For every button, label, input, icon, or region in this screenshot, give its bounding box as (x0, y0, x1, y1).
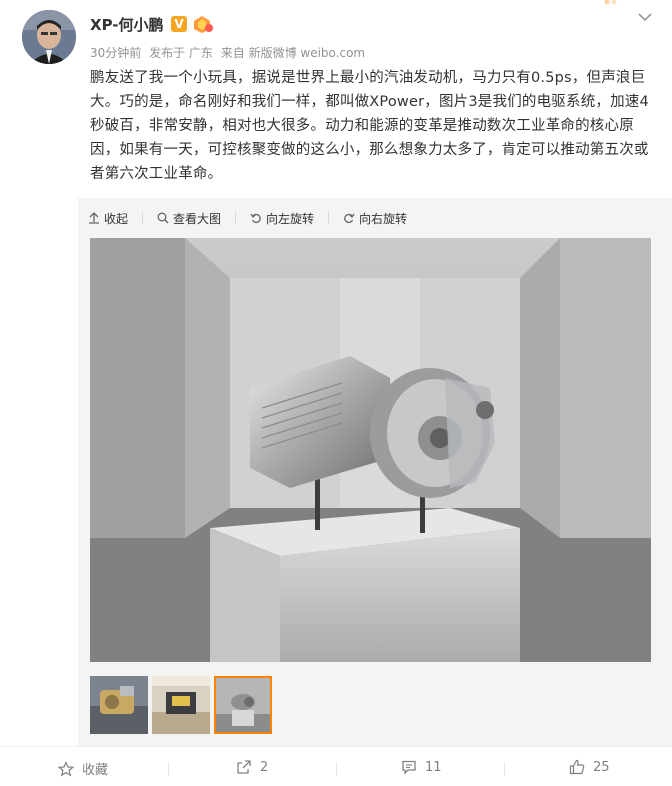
thumbnail-strip (90, 676, 276, 734)
star-icon (58, 760, 74, 776)
rotate-left-icon (250, 213, 261, 224)
rotate-left-label: 向左旋转 (266, 211, 315, 226)
rotate-right-button[interactable]: 向右旋转 (343, 210, 407, 227)
post-location: 发布于 广东 (149, 46, 213, 60)
toolbar-divider (328, 212, 330, 224)
repost-button[interactable]: 2 (236, 759, 268, 775)
thumbnail-1[interactable] (90, 676, 148, 734)
collapse-label: 收起 (104, 211, 129, 226)
rotate-right-icon (344, 213, 355, 224)
magnifier-icon (157, 212, 169, 224)
share-icon (237, 760, 251, 774)
chevron-down-icon[interactable] (638, 12, 652, 22)
toolbar-divider (235, 212, 237, 224)
thumbnail-2[interactable] (152, 676, 210, 734)
post-time[interactable]: 30分钟前 (90, 46, 141, 60)
verified-badge-icon: V (171, 16, 187, 32)
thumbnail-3[interactable] (214, 676, 272, 734)
repost-count: 2 (260, 759, 269, 775)
comment-button[interactable]: 11 (401, 759, 442, 775)
like-count: 25 (593, 759, 610, 775)
footer-divider (336, 762, 337, 776)
toolbar-divider (142, 212, 144, 224)
post-meta: 30分钟前 发布于 广东 来自 新版微博 weibo.com (90, 44, 369, 61)
medal-icon (191, 14, 213, 34)
collapse-icon (89, 212, 99, 224)
view-large-label: 查看大图 (173, 211, 222, 226)
favorite-button[interactable]: 收藏 (58, 759, 108, 778)
rotate-left-button[interactable]: 向左旋转 (250, 210, 314, 227)
collapse-button[interactable]: 收起 (88, 210, 128, 227)
view-large-button[interactable]: 查看大图 (157, 210, 221, 227)
main-image[interactable] (90, 238, 651, 662)
post-source: 来自 新版微博 weibo.com (220, 46, 366, 60)
post-text: 鹏友送了我一个小玩具，据说是世界上最小的汽油发动机，马力只有0.5ps，但声浪巨… (90, 70, 649, 182)
favorite-label: 收藏 (82, 763, 109, 778)
status-dots-icon (604, 0, 617, 5)
action-bar: 收藏 2 11 25 (0, 746, 672, 786)
avatar[interactable] (22, 10, 76, 64)
author-name[interactable]: XP-何小鹏 (90, 14, 164, 35)
comment-icon (402, 760, 416, 775)
like-button[interactable]: 25 (569, 759, 610, 775)
image-toolbar: 收起 查看大图 向左旋转 向右旋转 (88, 208, 421, 228)
rotate-right-label: 向右旋转 (359, 211, 408, 226)
footer-divider (168, 762, 169, 776)
thumbs-up-icon (569, 759, 585, 775)
footer-divider (504, 762, 505, 776)
comment-count: 11 (425, 759, 442, 775)
